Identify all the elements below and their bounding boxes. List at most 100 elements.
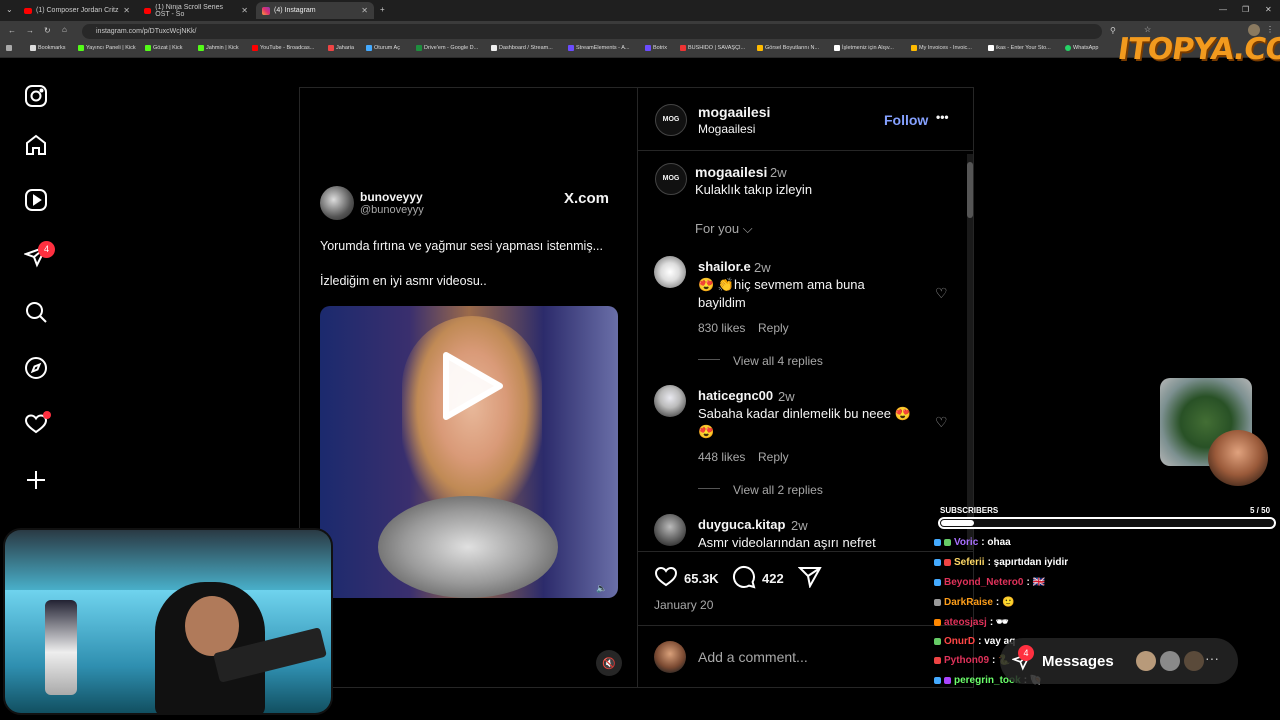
mute-toggle-icon[interactable]: 🔇 [596,650,622,676]
bookmark-item[interactable]: Görsel Boyutlarını N... [757,45,819,51]
explore-icon[interactable] [22,354,50,382]
minimize-icon[interactable]: — [1219,5,1227,14]
browser-tab-label: (1) Ninja Scroll Series OST - So [155,3,223,18]
instagram-logo-icon[interactable] [22,82,50,110]
browser-tab-3[interactable]: (4) Instagram ✕ [256,2,374,19]
bookmark-item[interactable]: WhatsApp [1065,45,1098,51]
view-replies-button[interactable]: View all 2 replies [733,483,823,497]
tab-search-icon[interactable]: ⌄ [6,5,13,14]
bookmark-item[interactable]: BUSHIDO | SAVAŞÇI... [680,45,745,51]
comment-avatar[interactable] [654,256,686,288]
bookmark-item[interactable]: YouTube - Broadcas... [252,45,314,51]
close-tab-icon[interactable]: ✕ [123,6,130,15]
browser-tab-2[interactable]: (1) Ninja Scroll Series OST - So ✕ [138,2,254,19]
caption-text: Kulaklık takıp izleyin [695,182,813,197]
more-options-icon[interactable]: ••• [936,110,949,124]
itopya-watermark-logo: ITOPYA.COM [1115,32,1280,67]
youtube-icon [144,7,152,14]
comment-likes[interactable]: 448 likes [698,450,745,464]
messages-label: Messages [1042,653,1114,670]
post-media[interactable]: bunoveyyy @bunoveyyy X.com Yorumda fırtı… [300,88,637,687]
bookmark-item[interactable]: Yayıncı Paneli | Kick [78,45,136,51]
chat-badge-icon [934,638,941,645]
follow-button[interactable]: Follow [884,112,928,128]
comment-username[interactable]: duyguca.kitap [698,517,785,532]
subscribers-progress-bar [938,517,1276,529]
chevron-down-icon: ⌵ [742,221,753,236]
close-tab-icon[interactable]: ✕ [361,6,368,15]
bookmark-item[interactable]: İşletmeniz için Alışv... [834,45,894,51]
comment-like-heart-icon[interactable]: ♡ [935,414,948,431]
comment-avatar[interactable] [654,385,686,417]
tweet-name: bunoveyyy [360,190,423,204]
comment-bubble-icon[interactable] [732,565,756,594]
new-tab-button[interactable]: + [380,5,385,14]
home-icon[interactable] [22,131,50,159]
comment-reply-button[interactable]: Reply [758,321,789,335]
bookmark-item[interactable]: Gözat | Kick [145,45,183,51]
bookmark-item[interactable]: Dashboard / Stream... [491,45,553,51]
restore-icon[interactable]: ❐ [1242,5,1249,14]
bookmark-item[interactable]: Bookmarks [30,45,66,51]
chat-badge-icon [944,677,951,684]
bookmark-item[interactable]: My Invoices - Invoic... [911,45,972,51]
bookmark-item[interactable]: Botrix [645,45,667,51]
video-mute-icon[interactable]: 🔈 [596,583,607,594]
create-icon[interactable] [22,466,50,494]
bookmark-item[interactable]: Drive'em - Google D... [416,45,478,51]
apps-icon[interactable] [6,45,12,51]
browser-tab-1[interactable]: (1) Composer Jordan Critz ✕ [18,2,136,19]
current-user-avatar [654,641,686,673]
sort-dropdown[interactable]: For you ⌵ [695,221,753,237]
caption-avatar[interactable]: MOG [655,163,687,195]
comment-avatar[interactable] [654,514,686,546]
scrollbar-thumb[interactable] [967,162,973,218]
chat-badge-icon [934,599,941,606]
comment-text: 😍 👏hiç sevmem ama buna [698,277,865,292]
messages-badge: 4 [38,241,55,258]
bookmark-item[interactable]: ikas - Enter Your Sto... [988,45,1051,51]
embedded-video[interactable]: 🔈 [320,306,618,598]
comments-scrollbar[interactable] [967,154,973,550]
like-count[interactable]: 65.3K [684,571,719,586]
like-heart-icon[interactable] [654,565,678,592]
replies-line [698,359,720,360]
caption-username[interactable]: mogaailesi [695,164,767,180]
search-icon[interactable] [22,298,50,326]
play-button-icon[interactable] [436,350,508,422]
comment-username[interactable]: haticegnc00 [698,388,773,403]
comment-text-cont: 😍 [698,424,715,439]
home-browser-icon[interactable]: ⌂ [62,25,67,34]
url-input[interactable]: instagram.com/p/DTuxcWcjNKk/ [82,24,1102,39]
comment-count[interactable]: 422 [762,571,784,586]
messages-floating-bar[interactable]: 4 Messages ··· [1000,638,1238,684]
add-comment-input[interactable]: Add a comment... [698,649,808,665]
comment-like-heart-icon[interactable]: ♡ [935,285,948,302]
close-tab-icon[interactable]: ✕ [241,6,248,15]
comment-reply-button[interactable]: Reply [758,450,789,464]
reels-icon[interactable] [22,186,50,214]
browser-tab-label: (1) Composer Jordan Critz [36,7,119,14]
zoom-icon[interactable]: ⚲ [1110,26,1116,35]
view-replies-button[interactable]: View all 4 replies [733,354,823,368]
forward-icon[interactable]: → [26,26,34,35]
header-divider [638,150,973,151]
comment-username[interactable]: shailor.e [698,259,751,274]
bookmark-item[interactable]: Jaharia [328,45,354,51]
reload-icon[interactable]: ↻ [44,26,51,35]
share-icon[interactable] [797,566,822,593]
chat-badge-icon [934,559,941,566]
comment-likes[interactable]: 830 likes [698,321,745,335]
chat-badge-icon [934,579,941,586]
author-avatar[interactable]: MOG [655,104,687,136]
back-icon[interactable]: ← [8,26,16,35]
streamer-webcam [3,528,333,715]
bookmark-item[interactable]: Oturum Aç [366,45,400,51]
browser-toolbar: ← → ↻ ⌂ instagram.com/p/DTuxcWcjNKk/ ⚲ ☆… [0,21,1280,42]
close-window-icon[interactable]: ✕ [1265,5,1272,14]
author-username[interactable]: mogaailesi [698,104,770,120]
bookmark-item[interactable]: Jahmin | Kick [198,45,239,51]
messages-more-icon[interactable]: ··· [1205,650,1219,666]
chat-text: : 🕶 [989,617,1009,628]
bookmark-item[interactable]: StreamElements - A... [568,45,630,51]
